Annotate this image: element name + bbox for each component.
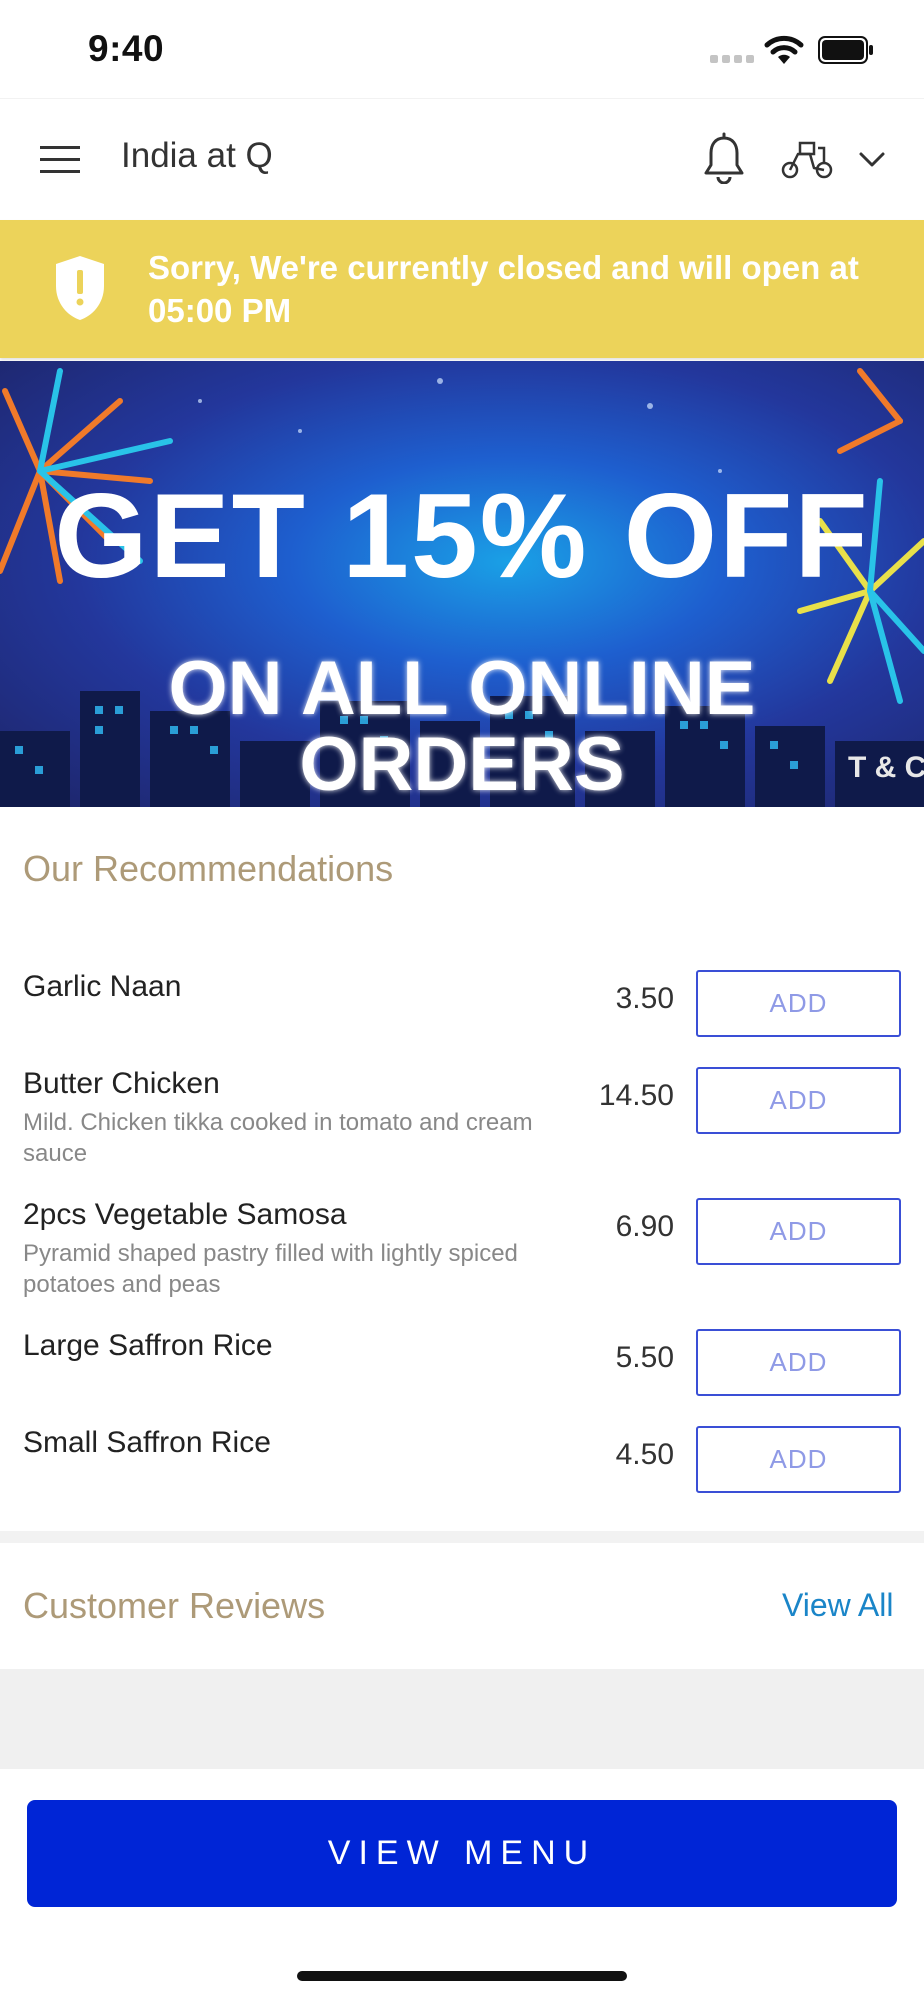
item-description: Mild. Chicken tikka cooked in tomato and… [23,1109,533,1167]
reviews-placeholder-area [0,1669,924,1769]
home-indicator[interactable] [297,1971,627,1981]
closed-notice-text: Sorry, We're currently closed and will o… [148,249,859,329]
item-name: Large Saffron Rice [23,1329,273,1362]
item-price: 6.90 [615,1210,674,1243]
item-description: Pyramid shaped pastry filled with lightl… [23,1240,518,1298]
item-price: 3.50 [615,982,674,1015]
wifi-icon [764,35,804,64]
item-name: Butter Chicken [23,1067,220,1100]
hamburger-menu-icon[interactable] [40,145,80,175]
add-button[interactable]: ADD [696,970,901,1037]
promo-banner[interactable]: GET 15% OFF ON ALL ONLINE ORDERS T & C [0,361,924,807]
delivery-scooter-icon[interactable] [780,140,834,180]
add-button[interactable]: ADD [696,1067,901,1134]
add-button[interactable]: ADD [696,1198,901,1265]
item-price: 4.50 [615,1438,674,1471]
recommendations-heading: Our Recommendations [23,848,394,889]
add-button[interactable]: ADD [696,1426,901,1493]
chevron-down-icon[interactable] [858,148,886,170]
section-divider [0,1531,924,1543]
view-menu-button[interactable]: VIEW MENU [27,1800,897,1907]
cellular-signal-icon [710,55,754,63]
promo-headline: GET 15% OFF [54,469,870,603]
promo-terms: T & C [848,751,924,784]
add-button[interactable]: ADD [696,1329,901,1396]
item-price: 14.50 [598,1079,674,1112]
item-name: Small Saffron Rice [23,1426,271,1459]
item-name: 2pcs Vegetable Samosa [23,1198,347,1231]
reviews-heading: Customer Reviews [23,1585,326,1626]
item-price: 5.50 [615,1341,674,1374]
shield-alert-icon [56,256,104,320]
promo-subheadline: ON ALL ONLINE ORDERS [168,646,756,807]
item-name: Garlic Naan [23,970,182,1003]
restaurant-title: India at Q [121,136,273,175]
view-all-reviews-link[interactable]: View All [782,1587,893,1624]
battery-icon [818,36,873,64]
status-time: 9:40 [88,28,165,69]
notification-bell-icon[interactable] [703,132,745,184]
